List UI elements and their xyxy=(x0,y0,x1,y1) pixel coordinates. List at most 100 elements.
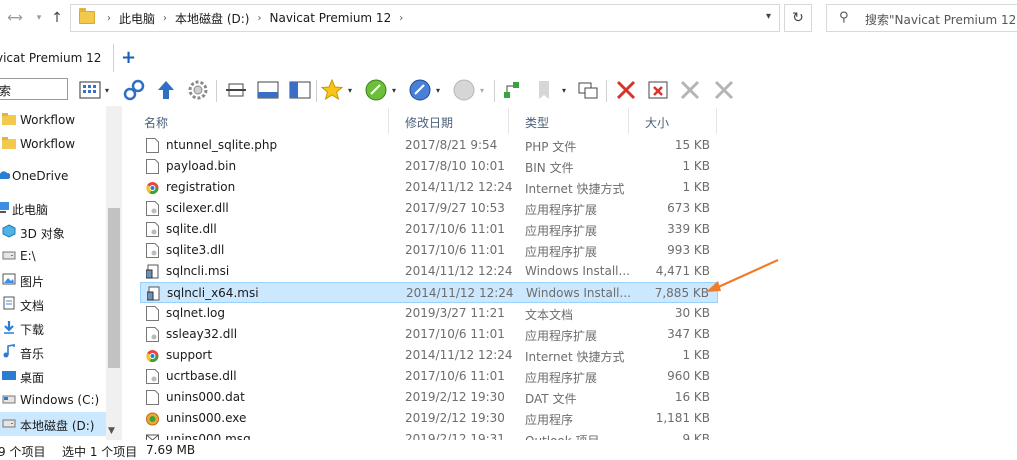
file-row[interactable]: ssleay32.dll 2017/10/6 11:01 应用程序扩展 347 KB xyxy=(140,324,718,345)
file-type: Windows Install... xyxy=(526,286,631,300)
up-icon[interactable] xyxy=(154,78,178,102)
file-row[interactable]: sqlite3.dll 2017/10/6 11:01 应用程序扩展 993 KB xyxy=(140,240,718,261)
gear-icon[interactable] xyxy=(186,78,210,102)
file-date: 2019/3/27 11:21 xyxy=(405,306,505,320)
file-row[interactable]: ntunnel_sqlite.php 2017/8/21 9:54 PHP 文件 15… xyxy=(140,135,718,156)
file-row[interactable]: unins000.dat 2019/2/12 19:30 DAT 文件 16 KB xyxy=(140,387,718,408)
address-bar[interactable]: › 此电脑 › 本地磁盘 (D:) › Navicat Premium 12 ›… xyxy=(70,4,780,32)
file-name: sqlncli.msi xyxy=(166,264,230,278)
tree-icon[interactable] xyxy=(500,78,524,102)
bookmark-icon xyxy=(539,81,549,99)
file-row[interactable]: registration 2014/11/12 12:24 Internet 快捷方… xyxy=(140,177,718,198)
file-date: 2017/10/6 11:01 xyxy=(405,327,505,341)
forward-arrow-icon[interactable]: → xyxy=(8,9,26,27)
dll-file-icon xyxy=(146,201,159,216)
toolbar-divider xyxy=(316,80,317,102)
chevron-down-icon[interactable]: ▾ xyxy=(348,86,352,95)
file-row[interactable]: sqlite.dll 2017/10/6 11:01 应用程序扩展 339 KB xyxy=(140,219,718,240)
sidebar-item-desktop[interactable]: 桌面 xyxy=(0,364,106,388)
recent-chevron-icon[interactable]: ▾ xyxy=(30,9,48,27)
sidebar-item-d-drive[interactable]: 本地磁盘 (D:) xyxy=(0,412,106,436)
tab-row: vicat Premium 12 + xyxy=(0,44,1017,72)
sidebar-item-label: 图片 xyxy=(20,275,45,289)
breadcrumb-item[interactable]: 本地磁盘 (D:) xyxy=(175,10,249,27)
search-box[interactable]: ⚲ 搜索"Navicat Premium 12" xyxy=(826,4,1017,32)
sidebar-item-downloads[interactable]: 下载 xyxy=(0,316,106,340)
sidebar-item-e-drive[interactable]: E:\ xyxy=(0,244,106,268)
sidebar-item-label: Windows (C:) xyxy=(20,393,100,407)
file-row[interactable]: sqlncli_x64.msi 2014/11/12 12:24 Windows I… xyxy=(140,282,718,303)
toolbar-divider xyxy=(216,80,217,102)
file-date: 2014/11/12 12:24 xyxy=(406,286,514,300)
windows-icon[interactable] xyxy=(576,78,600,102)
file-type: 应用程序扩展 xyxy=(525,203,598,217)
file-type: 应用程序扩展 xyxy=(525,224,598,238)
column-header-date[interactable]: 修改日期 xyxy=(389,108,509,134)
refresh-button[interactable]: ↻ xyxy=(784,4,812,32)
file-type: BIN 文件 xyxy=(525,161,574,175)
file-name: sqlite.dll xyxy=(166,222,217,236)
file-row[interactable]: sqlnet.log 2019/3/27 11:21 文本文档 30 KB xyxy=(140,303,718,324)
layout-bar-icon[interactable] xyxy=(224,78,248,102)
file-type: Windows Install... xyxy=(525,264,630,278)
sidebar-item-workflow[interactable]: Workflow xyxy=(0,108,106,132)
file-type: PHP 文件 xyxy=(525,140,577,154)
file-row[interactable]: payload.bin 2017/8/10 10:01 BIN 文件 1 KB xyxy=(140,156,718,177)
column-header-name[interactable]: 名称 xyxy=(128,108,389,134)
file-row[interactable]: unins000.exe 2019/2/12 19:30 应用程序 1,181 KB xyxy=(140,408,718,429)
file-name: ntunnel_sqlite.php xyxy=(166,138,278,152)
cube-icon xyxy=(2,224,16,238)
green-globe-icon[interactable] xyxy=(364,78,388,102)
breadcrumb-item[interactable]: Navicat Premium 12 xyxy=(269,11,391,25)
sidebar-item-label: 本地磁盘 (D:) xyxy=(20,419,95,433)
file-row[interactable]: sqlncli.msi 2014/11/12 12:24 Windows Insta… xyxy=(140,261,718,282)
sidebar-scroll-thumb[interactable] xyxy=(108,208,120,368)
file-size: 16 KB xyxy=(674,390,710,404)
up-arrow-icon[interactable]: ↑ xyxy=(48,9,66,27)
file-name: unins000.dat xyxy=(166,390,245,404)
link-icon[interactable] xyxy=(122,78,146,102)
chevron-down-icon[interactable]: ▾ xyxy=(392,86,396,95)
status-selected: 选中 1 个项目 xyxy=(62,445,138,459)
column-header-size[interactable]: 大小 xyxy=(629,108,717,134)
sidebar-item-3d-objects[interactable]: 3D 对象 xyxy=(0,220,106,244)
scroll-down-icon[interactable]: ▼ xyxy=(108,426,115,436)
preview-pane-icon[interactable] xyxy=(256,78,280,102)
details-pane-icon[interactable] xyxy=(288,78,312,102)
file-size: 347 KB xyxy=(667,327,710,341)
sidebar-item-music[interactable]: 音乐 xyxy=(0,340,106,364)
breadcrumb-item[interactable]: 此电脑 xyxy=(119,10,155,27)
add-tab-button[interactable]: + xyxy=(121,47,136,68)
sidebar-item-label: 桌面 xyxy=(20,371,45,385)
sidebar-item-c-drive[interactable]: Windows (C:) xyxy=(0,388,106,412)
file-row[interactable]: ucrtbase.dll 2017/10/6 11:01 应用程序扩展 960 KB xyxy=(140,366,718,387)
sidebar-item-label: 此电脑 xyxy=(12,203,49,217)
view-grid-icon[interactable] xyxy=(78,78,102,102)
music-icon xyxy=(3,344,15,358)
blue-globe-icon[interactable] xyxy=(408,78,432,102)
chevron-down-icon[interactable]: ▾ xyxy=(766,11,771,22)
chevron-down-icon[interactable]: ▾ xyxy=(105,86,109,95)
delete-icon[interactable] xyxy=(614,78,638,102)
chevron-down-icon[interactable]: ▾ xyxy=(436,86,440,95)
toolbar-divider xyxy=(606,80,607,102)
tab-navicat[interactable]: vicat Premium 12 xyxy=(0,44,114,72)
file-list: 名称 修改日期 类型 大小 ntunnel_sqlite.php 2017/8/2… xyxy=(128,108,1017,448)
star-icon[interactable] xyxy=(320,78,344,102)
toolbar-search-input[interactable]: 索 xyxy=(0,78,68,100)
chevron-down-icon[interactable]: ▾ xyxy=(562,86,566,95)
column-header-type[interactable]: 类型 xyxy=(509,108,629,134)
toolbar-divider xyxy=(494,80,495,102)
file-row[interactable]: support 2014/11/12 12:24 Internet 快捷方式 1 KB xyxy=(140,345,718,366)
sidebar-item-pictures[interactable]: 图片 xyxy=(0,268,106,292)
file-row[interactable]: scilexer.dll 2017/9/27 10:53 应用程序扩展 673 KB xyxy=(140,198,718,219)
close-window-icon[interactable] xyxy=(646,78,670,102)
status-item-count: 9 个项目 xyxy=(0,445,46,459)
toolbar: 索 ▾ ▾ ▾ ▾ ▾ ▾ xyxy=(0,74,1017,106)
sidebar-item-this-pc[interactable]: 此电脑 xyxy=(0,196,106,220)
file-date: 2017/10/6 11:01 xyxy=(405,222,505,236)
sidebar-item-documents[interactable]: 文档 xyxy=(0,292,106,316)
sidebar-item-workflow[interactable]: Workflow xyxy=(0,132,106,156)
sidebar-item-onedrive[interactable]: OneDrive xyxy=(0,164,106,188)
disabled-globe-icon xyxy=(453,79,475,101)
